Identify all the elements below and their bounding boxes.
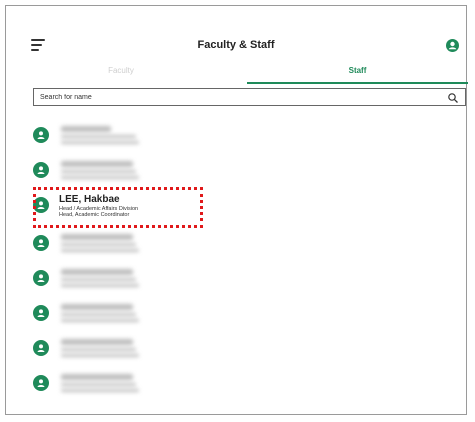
avatar	[33, 340, 49, 356]
user-icon	[37, 344, 45, 352]
blurred-detail	[61, 319, 139, 322]
search-icon[interactable]	[447, 92, 459, 104]
avatar	[33, 235, 49, 251]
person-name: LEE, Hakbae	[59, 194, 120, 205]
search-bar	[33, 88, 466, 106]
user-icon	[37, 274, 45, 282]
user-icon	[37, 131, 45, 139]
list-item[interactable]	[31, 264, 451, 294]
avatar	[33, 162, 49, 178]
blurred-detail	[61, 135, 136, 138]
blurred-name	[61, 374, 133, 380]
blurred-detail	[61, 284, 139, 287]
avatar	[33, 127, 49, 143]
avatar	[33, 305, 49, 321]
blurred-detail	[61, 176, 139, 179]
blurred-detail	[61, 383, 136, 386]
blurred-name	[61, 304, 133, 310]
blurred-name	[61, 269, 133, 275]
list-item[interactable]: LEE, Hakbae Head / Academic Affairs Divi…	[31, 191, 451, 221]
person-title: Head, Academic Coordinator	[59, 212, 130, 218]
page-title: Faculty & Staff	[197, 39, 275, 51]
tab-staff[interactable]: Staff	[247, 64, 468, 86]
blurred-detail	[61, 141, 139, 144]
user-icon	[37, 201, 45, 209]
avatar	[33, 375, 49, 391]
list-item[interactable]	[31, 156, 451, 186]
user-icon	[37, 379, 45, 387]
blurred-detail	[61, 348, 136, 351]
blurred-detail	[61, 313, 136, 316]
blurred-detail	[61, 389, 139, 392]
blurred-detail	[61, 170, 136, 173]
user-icon	[37, 166, 45, 174]
list-item[interactable]	[31, 334, 451, 364]
blurred-name	[61, 161, 133, 167]
list-item[interactable]	[31, 121, 451, 151]
blurred-name	[61, 126, 111, 132]
list-item[interactable]	[31, 369, 451, 399]
tab-bar: Faculty Staff	[6, 64, 468, 86]
profile-button[interactable]	[446, 39, 459, 52]
tab-faculty[interactable]: Faculty	[6, 64, 236, 86]
avatar	[33, 197, 49, 213]
list-item[interactable]	[31, 299, 451, 329]
blurred-name	[61, 339, 133, 345]
blurred-detail	[61, 243, 136, 246]
blurred-detail	[61, 354, 139, 357]
avatar	[33, 270, 49, 286]
app-frame: Faculty & Staff Faculty Staff Search for…	[5, 5, 468, 415]
blurred-detail	[61, 278, 136, 281]
blurred-name	[61, 234, 133, 240]
search-input[interactable]	[34, 89, 440, 105]
user-icon	[448, 41, 457, 50]
blurred-detail	[61, 249, 139, 252]
list-item[interactable]	[31, 229, 451, 259]
user-icon	[37, 239, 45, 247]
user-icon	[37, 309, 45, 317]
